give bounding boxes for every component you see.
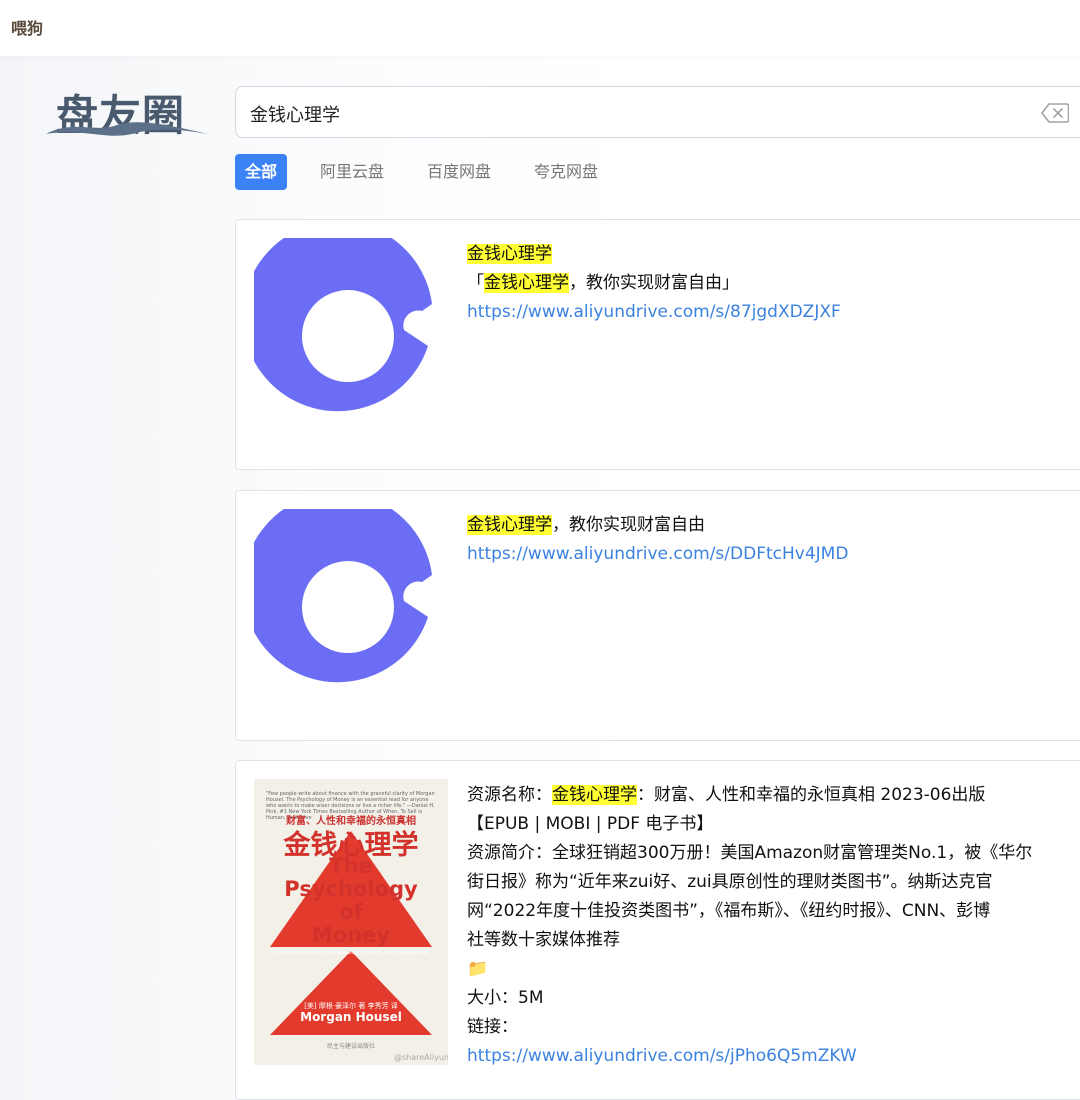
cover-title-en: The Psychology of Money	[284, 854, 418, 947]
intro-line: 资源简介：全球狂销超300万册！美国Amazon财富管理类No.1，被《华尔	[467, 843, 1033, 863]
result-title: 金钱心理学	[467, 244, 552, 264]
result-card[interactable]: 金钱心理学，教你实现财富自由 https://www.aliyundrive.c…	[235, 490, 1080, 741]
cover-tagline: Timeless Lessons on Wealth, Greed, and H…	[273, 949, 429, 956]
format-line: 【EPUB | MOBI | PDF 电子书】	[467, 814, 714, 834]
share-link[interactable]: https://www.aliyundrive.com/s/87jgdXDZJX…	[467, 302, 841, 322]
intro-line: 网“2022年度十佳投资类图书”，《福布斯》、《纽约时报》、CNN、彭博	[467, 901, 991, 921]
tab-all[interactable]: 全部	[235, 154, 288, 190]
folder-icon: 📁	[467, 959, 489, 979]
aliyundrive-logo-icon	[254, 509, 432, 683]
search-box	[235, 86, 1080, 138]
cover-watermark: @shareAliyun	[394, 1053, 448, 1062]
result-text: 金钱心理学，教你实现财富自由 https://www.aliyundrive.c…	[467, 515, 849, 564]
result-title: 金钱心理学	[467, 515, 552, 535]
wave-icon	[46, 122, 208, 136]
cover-publisher: 民主与建设出版社	[326, 1043, 375, 1050]
keyword-highlight: 金钱心理学	[484, 273, 569, 293]
size-line: 大小：5M	[467, 988, 544, 1008]
result-card[interactable]: "Few people write about finance with the…	[235, 760, 1080, 1100]
result-text: 金钱心理学 「金钱心理学，教你实现财富自由」 https://www.aliyu…	[467, 244, 841, 322]
tab-baidu[interactable]: 百度网盘	[417, 154, 501, 190]
top-bar: 喂狗	[0, 0, 1080, 56]
tab-quark[interactable]: 夸克网盘	[524, 154, 608, 190]
link-label: 链接：	[467, 1017, 518, 1037]
aliyundrive-logo-icon	[254, 238, 432, 412]
backspace-icon[interactable]	[1041, 103, 1069, 123]
share-link[interactable]: https://www.aliyundrive.com/s/jPho6Q5mZK…	[467, 1046, 857, 1066]
cover-author: Morgan Housel	[300, 1010, 402, 1024]
tab-aliyun[interactable]: 阿里云盘	[310, 154, 394, 190]
intro-line: 街日报》称为“近年来zui好、zui具原创性的理财类图书”。纳斯达克官	[467, 872, 993, 892]
result-card[interactable]: 金钱心理学 「金钱心理学，教你实现财富自由」 https://www.aliyu…	[235, 219, 1080, 470]
brand-name[interactable]: 喂狗	[11, 15, 43, 39]
site-logo[interactable]: 盘友圈	[44, 82, 210, 144]
intro-line: 社等数十家媒体推荐	[467, 930, 620, 950]
result-text: 资源名称：金钱心理学：财富、人性和幸福的永恒真相 2023-06出版 【EPUB…	[467, 781, 1080, 1071]
book-cover: "Few people write about finance with the…	[254, 779, 448, 1065]
share-link[interactable]: https://www.aliyundrive.com/s/DDFtcHv4JM…	[467, 544, 848, 564]
search-input[interactable]	[248, 99, 1032, 129]
keyword-highlight: 金钱心理学	[552, 785, 637, 805]
